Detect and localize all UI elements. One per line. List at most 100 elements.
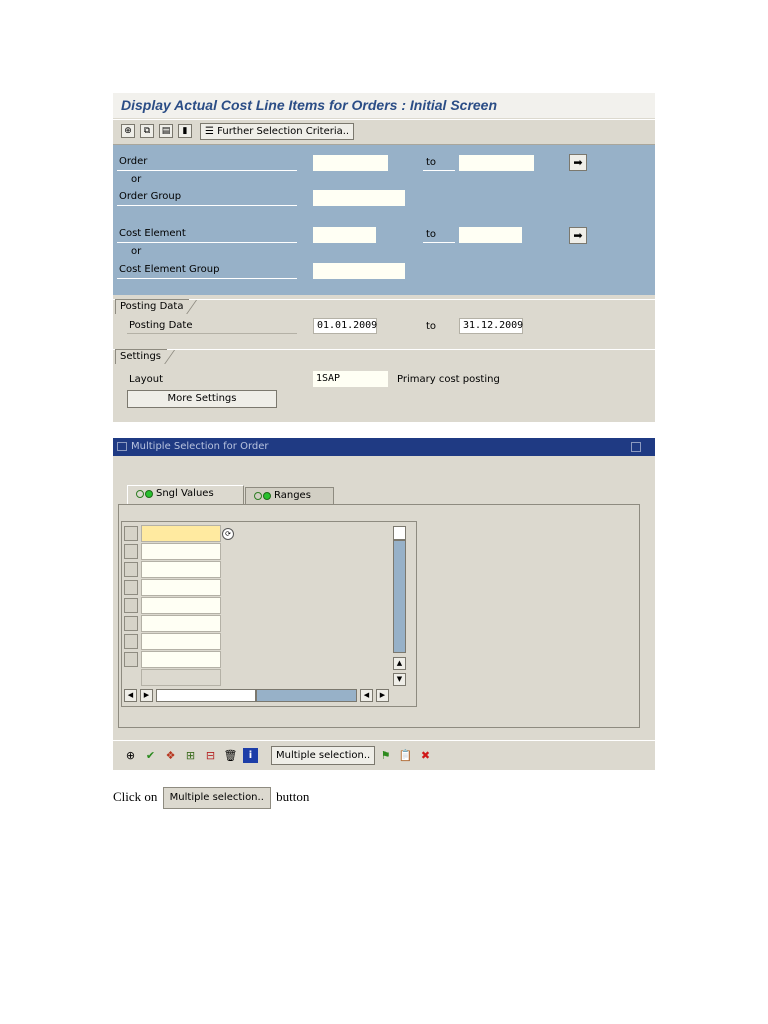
value-cell[interactable] bbox=[141, 615, 221, 632]
posting-date-to-label: to bbox=[426, 321, 437, 332]
tab-sngl-values[interactable]: Sngl Values bbox=[127, 485, 244, 505]
value-cell[interactable] bbox=[141, 543, 221, 560]
order-from-field[interactable] bbox=[313, 155, 388, 171]
or-label-2: or bbox=[131, 246, 142, 257]
value-help-icon[interactable]: ⟳ bbox=[222, 528, 234, 540]
clipboard-icon[interactable]: 📋 bbox=[398, 748, 413, 763]
value-cell[interactable] bbox=[141, 597, 221, 614]
order-selection-area: Order to ➡ or Order Group Cost Element t… bbox=[113, 145, 655, 295]
application-toolbar: ⊕ ⧉ ▤ ▮ ☰ Further Selection Criteria.. bbox=[113, 119, 655, 145]
posting-data-title-text: Posting Data bbox=[120, 301, 184, 312]
scroll-left-icon[interactable]: ◀ bbox=[360, 689, 373, 702]
hscroll-thumb[interactable] bbox=[156, 689, 256, 702]
posting-date-underline bbox=[127, 333, 297, 334]
cost-element-underline bbox=[117, 242, 297, 243]
cost-element-group-label: Cost Element Group bbox=[119, 264, 220, 275]
dialog-title: Multiple Selection for Order bbox=[131, 441, 269, 452]
cost-element-from-field[interactable] bbox=[313, 227, 376, 243]
page-title: Display Actual Cost Line Items for Order… bbox=[121, 97, 498, 113]
cancel-icon[interactable]: ✖ bbox=[418, 748, 433, 763]
row-selector[interactable] bbox=[124, 580, 138, 595]
cost-line-items-screen: Display Actual Cost Line Items for Order… bbox=[113, 93, 655, 422]
order-group-field[interactable] bbox=[313, 190, 405, 206]
value-cell[interactable] bbox=[141, 525, 221, 542]
scroll-down-icon[interactable]: ▼ bbox=[393, 673, 406, 686]
import-icon[interactable]: ⚑ bbox=[378, 748, 393, 763]
cost-element-group-underline bbox=[117, 278, 297, 279]
values-table: ⟳ ▲ ▼ ◀ ▶ ◀ ▶ bbox=[121, 521, 417, 707]
row-selector[interactable] bbox=[124, 652, 138, 667]
cost-element-to-label: to bbox=[426, 229, 437, 240]
row-selector[interactable] bbox=[124, 634, 138, 649]
further-selection-label: Further Selection Criteria.. bbox=[217, 126, 350, 137]
value-cell[interactable] bbox=[141, 561, 221, 578]
checkmark-icon[interactable]: ✔ bbox=[143, 748, 158, 763]
settings-group-title: Settings bbox=[115, 349, 168, 364]
row-selector[interactable] bbox=[124, 526, 138, 541]
value-cell[interactable] bbox=[141, 579, 221, 596]
scroll-up-icon[interactable]: ▲ bbox=[393, 657, 406, 670]
scroll-left-icon[interactable]: ◀ bbox=[124, 689, 137, 702]
tab-ranges[interactable]: Ranges bbox=[245, 487, 334, 505]
posting-data-group-title: Posting Data bbox=[115, 299, 190, 314]
info-icon[interactable]: i bbox=[243, 748, 258, 763]
multiple-selection-dialog: Multiple Selection for Order Sngl Values… bbox=[113, 438, 655, 770]
insert-row-icon[interactable]: ⊞ bbox=[183, 748, 198, 763]
order-label: Order bbox=[119, 156, 148, 167]
maximize-icon[interactable] bbox=[631, 442, 641, 452]
order-to-field[interactable] bbox=[459, 155, 534, 171]
check-entries-icon[interactable]: ❖ bbox=[163, 748, 178, 763]
posting-date-from-field[interactable]: 01.01.2009 bbox=[313, 318, 377, 334]
cost-element-to-field[interactable] bbox=[459, 227, 522, 243]
or-label-1: or bbox=[131, 174, 142, 185]
order-group-underline bbox=[117, 205, 297, 206]
dialog-toolbar: ⊕ ✔ ❖ ⊞ ⊟ 🗑 i Multiple selection.. ⚑ 📋 ✖ bbox=[113, 740, 655, 769]
multiple-selection-button[interactable]: Multiple selection.. bbox=[271, 746, 376, 765]
scroll-track[interactable] bbox=[393, 540, 406, 653]
row-selector[interactable] bbox=[124, 598, 138, 613]
arrow-right-icon: ➡ bbox=[573, 156, 583, 169]
window-icon bbox=[117, 442, 127, 451]
caption-text-before: Click on bbox=[113, 788, 158, 804]
posting-date-label: Posting Date bbox=[129, 320, 193, 331]
dialog-title-bar: Multiple Selection for Order bbox=[113, 438, 655, 456]
vertical-scrollbar[interactable]: ▲ ▼ bbox=[393, 526, 408, 691]
row-selector[interactable] bbox=[124, 562, 138, 577]
selection-list-icon: ☰ bbox=[205, 126, 214, 137]
instruction-caption: Click on Multiple selection.. button bbox=[113, 787, 309, 809]
posting-data-group: Posting Data Posting Date 01.01.2009 to … bbox=[113, 299, 655, 346]
cost-element-multiple-selection-button[interactable]: ➡ bbox=[569, 227, 587, 244]
layout-label: Layout bbox=[129, 374, 163, 385]
status-lights-icon bbox=[254, 492, 274, 501]
layout-field[interactable]: 1SAP bbox=[313, 371, 388, 387]
order-multiple-selection-button[interactable]: ➡ bbox=[569, 154, 587, 171]
scroll-right-icon[interactable]: ▶ bbox=[376, 689, 389, 702]
posting-date-to-field[interactable]: 31.12.2009 bbox=[459, 318, 523, 334]
cost-element-label: Cost Element bbox=[119, 228, 186, 239]
scroll-right-icon[interactable]: ▶ bbox=[140, 689, 153, 702]
layout-description: Primary cost posting bbox=[397, 374, 500, 385]
caption-multiple-selection-button: Multiple selection.. bbox=[162, 787, 271, 809]
save-variant-icon[interactable]: ▤ bbox=[159, 124, 173, 138]
execute-icon[interactable]: ⊕ bbox=[123, 748, 138, 763]
value-cell[interactable] bbox=[141, 633, 221, 650]
execute-icon[interactable]: ⊕ bbox=[121, 124, 135, 138]
tab-ranges-label: Ranges bbox=[274, 490, 311, 501]
further-selection-criteria-button[interactable]: ☰ Further Selection Criteria.. bbox=[200, 123, 355, 140]
cost-element-group-field[interactable] bbox=[313, 263, 405, 279]
value-cell[interactable] bbox=[141, 651, 221, 668]
row-selector[interactable] bbox=[124, 544, 138, 559]
scroll-thumb[interactable] bbox=[393, 526, 406, 540]
order-to-label: to bbox=[426, 157, 437, 168]
variant-icon[interactable]: ⧉ bbox=[140, 124, 154, 138]
delete-row-icon[interactable]: ⊟ bbox=[203, 748, 218, 763]
order-to-underline bbox=[423, 170, 455, 171]
more-settings-button[interactable]: More Settings bbox=[127, 390, 277, 408]
value-cell bbox=[141, 669, 221, 686]
settings-title-text: Settings bbox=[120, 351, 162, 362]
hscroll-track[interactable] bbox=[256, 689, 357, 702]
info-icon[interactable]: ▮ bbox=[178, 124, 192, 138]
tab-sngl-values-label: Sngl Values bbox=[156, 488, 214, 499]
trash-icon[interactable]: 🗑 bbox=[223, 748, 238, 763]
row-selector[interactable] bbox=[124, 616, 138, 631]
